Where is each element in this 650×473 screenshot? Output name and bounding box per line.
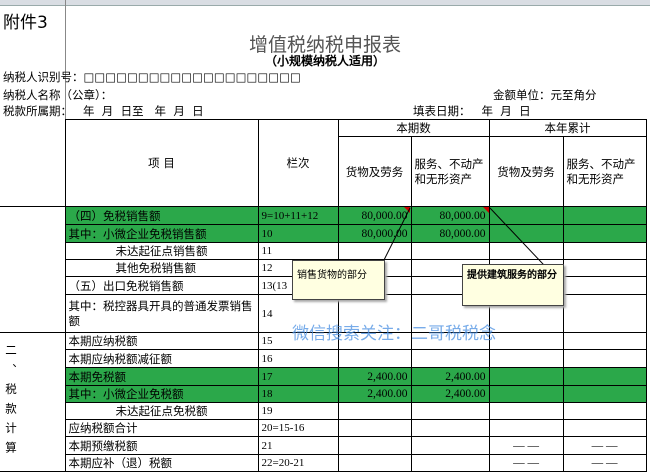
comment-services: 提供建筑服务的部分 <box>462 264 564 306</box>
watermark: 微信搜索关注：二哥税税念 <box>292 324 496 344</box>
callout-lines <box>383 207 561 283</box>
callout-line-goods <box>383 207 411 261</box>
comment-goods: 销售货物的部分 <box>292 260 385 300</box>
comment-marker <box>483 207 489 213</box>
